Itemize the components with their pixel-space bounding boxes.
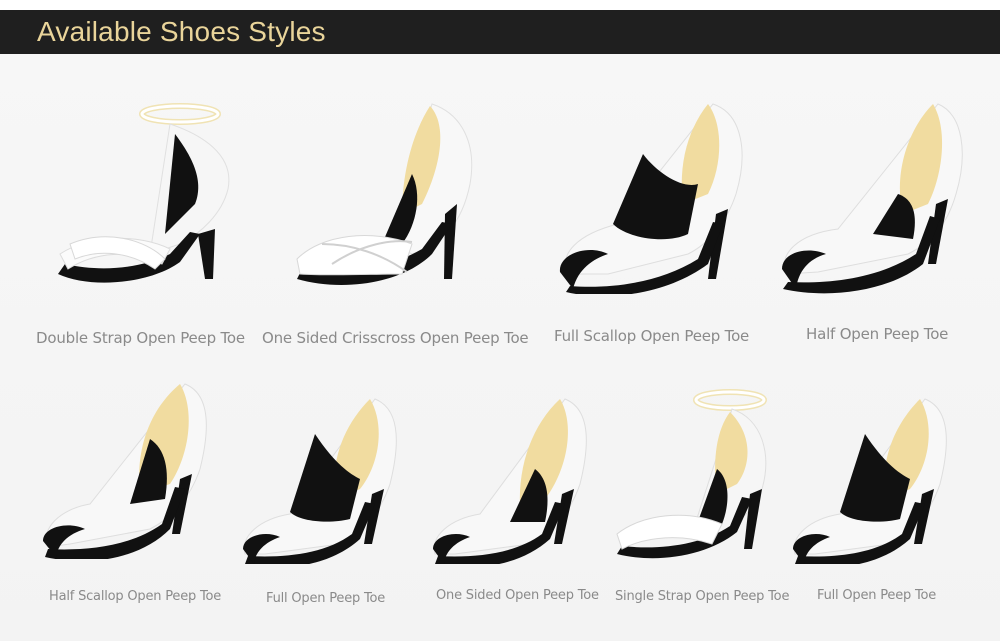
- style-label: Full Scallop Open Peep Toe: [554, 327, 750, 345]
- crisscross-shoe-icon: [296, 103, 473, 286]
- full-scallop-shoe-icon: [559, 103, 743, 294]
- full-open-shoe-icon: [793, 398, 947, 564]
- styles-panel: Double Strap Open Peep Toe One Sided Cri…: [0, 54, 1000, 641]
- style-label: Half Open Peep Toe: [806, 325, 949, 343]
- header-bar: Available Shoes Styles: [0, 10, 1000, 54]
- style-label: Full Open Peep Toe: [817, 588, 937, 603]
- style-label: Half Scallop Open Peep Toe: [49, 589, 222, 604]
- style-card-full-scallop[interactable]: Full Scallop Open Peep Toe: [548, 94, 768, 354]
- style-label: One Sided Crisscross Open Peep Toe: [262, 329, 529, 347]
- single-strap-shoe-icon: [616, 389, 767, 559]
- style-label: One Sided Open Peep Toe: [436, 588, 599, 603]
- style-card-single-strap[interactable]: Single Strap Open Peep Toe: [612, 384, 790, 619]
- double-strap-shoe-icon: [58, 103, 230, 283]
- one-sided-shoe-icon: [433, 398, 587, 564]
- style-label: Single Strap Open Peep Toe: [615, 589, 790, 604]
- full-open-shoe-icon: [243, 398, 397, 564]
- style-card-double-strap[interactable]: Double Strap Open Peep Toe: [30, 94, 250, 354]
- page: Available Shoes Styles Double Strap Open…: [0, 0, 1000, 641]
- style-card-half-open[interactable]: Half Open Peep Toe: [778, 94, 978, 354]
- page-title: Available Shoes Styles: [37, 16, 326, 47]
- style-card-half-scallop[interactable]: Half Scallop Open Peep Toe: [40, 379, 230, 619]
- style-label: Full Open Peep Toe: [266, 591, 386, 606]
- half-scallop-shoe-icon: [43, 383, 207, 559]
- style-card-full-open-1[interactable]: Full Open Peep Toe: [240, 394, 410, 619]
- style-card-full-open-2[interactable]: Full Open Peep Toe: [790, 394, 960, 619]
- style-card-crisscross[interactable]: One Sided Crisscross Open Peep Toe: [262, 94, 529, 354]
- style-card-one-sided[interactable]: One Sided Open Peep Toe: [430, 394, 600, 619]
- half-open-shoe-icon: [782, 103, 963, 294]
- style-label: Double Strap Open Peep Toe: [36, 329, 245, 347]
